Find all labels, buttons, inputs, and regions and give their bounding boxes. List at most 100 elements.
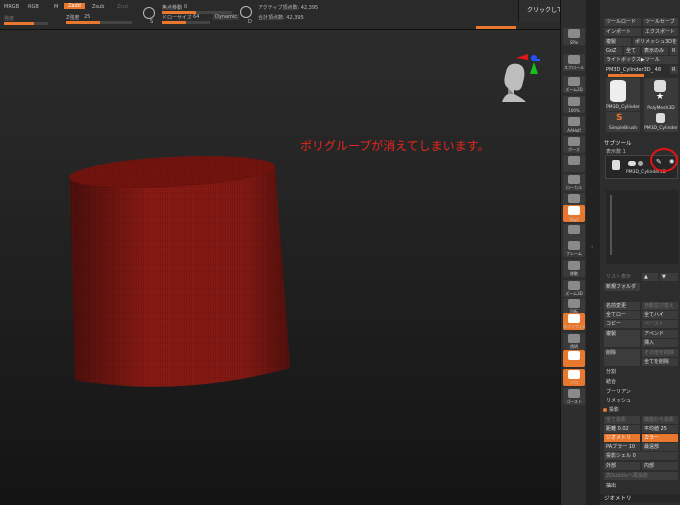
subtool-header[interactable]: サブツール bbox=[600, 139, 680, 147]
m-button[interactable]: M bbox=[54, 4, 58, 10]
insert-button[interactable]: 挿入 bbox=[642, 339, 678, 347]
pa-blur-slider[interactable]: PAブラー 10 bbox=[604, 443, 640, 451]
current-tool-slider[interactable]: PM3D_Cylinder3D_ 48 bbox=[604, 66, 668, 74]
shelf-button-100[interactable]: 100% bbox=[563, 96, 585, 113]
focal-shift-icon[interactable] bbox=[143, 7, 155, 19]
shelf-button-aahalf[interactable]: AAHalf bbox=[563, 116, 585, 133]
thumb-pm3d-cylinder-2[interactable]: PM3D_Cylinder bbox=[644, 112, 678, 132]
shelf-button-polyf[interactable] bbox=[563, 350, 585, 367]
paste-button[interactable]: ペースト bbox=[642, 320, 678, 328]
merge-section[interactable]: 結合 bbox=[604, 378, 678, 386]
thumb-polymesh3d[interactable]: ★ PolyMesh3D bbox=[644, 92, 678, 112]
hand-icon bbox=[568, 55, 580, 64]
shelf-button-persp[interactable]: ポーズ bbox=[563, 136, 585, 153]
shelf-button-frame[interactable]: フレーム bbox=[563, 240, 585, 257]
cylinder3d-thumb-icon bbox=[654, 80, 666, 92]
shelf-button-transp[interactable]: 透明 bbox=[563, 333, 585, 350]
subtool-scrollbar[interactable] bbox=[610, 195, 612, 255]
load-tool-button[interactable]: ツールロード bbox=[604, 18, 641, 26]
shelf-button-scroll[interactable]: スクロール bbox=[563, 54, 585, 71]
delete-button[interactable]: 削除 bbox=[604, 349, 640, 366]
zoom3d-icon bbox=[568, 281, 580, 290]
distance-slider[interactable]: 距離 0.02 bbox=[604, 425, 640, 433]
rgb-strength-label: 強度 bbox=[4, 16, 15, 22]
r-button[interactable]: R bbox=[670, 47, 678, 55]
projection-shell-slider[interactable]: 投影シェル 0 bbox=[604, 452, 678, 460]
chevron-left-icon[interactable]: ‹ bbox=[591, 244, 593, 251]
mean-slider[interactable]: 平均値 25 bbox=[642, 425, 678, 433]
zcut-button[interactable]: Zcut bbox=[117, 4, 128, 10]
append-button[interactable]: アペンド bbox=[642, 330, 678, 338]
geometry-header[interactable]: ジオメトリ bbox=[600, 494, 680, 502]
shelf-button-zoom2d[interactable]: ズーム2D bbox=[563, 76, 585, 93]
all-low-button[interactable]: 全てロー bbox=[604, 311, 640, 319]
rgb-button[interactable]: RGB bbox=[28, 4, 39, 10]
polypaint-icon[interactable] bbox=[638, 161, 643, 166]
shelf-button-solo[interactable]: ソロ bbox=[563, 369, 585, 386]
draw-size-value: 64 bbox=[193, 14, 200, 20]
project-all-button[interactable]: 全て投影 bbox=[604, 416, 640, 424]
remesh-section[interactable]: リメッシュ bbox=[604, 397, 678, 405]
arrow-down-icon[interactable]: ▼ bbox=[660, 273, 678, 281]
copy-button[interactable]: コピー bbox=[604, 320, 640, 328]
shelf-button-spix[interactable]: SPix bbox=[563, 28, 585, 45]
visibility-icon[interactable] bbox=[628, 161, 636, 166]
r2-button[interactable]: R bbox=[670, 66, 678, 74]
mrgb-button[interactable]: MRGB bbox=[4, 4, 19, 10]
visible-button[interactable]: 表示のみ bbox=[642, 47, 668, 55]
active-points: アクティブ頂点数: 42,395 bbox=[258, 5, 319, 11]
outer-button[interactable]: 外部 bbox=[604, 462, 640, 470]
polymesh3d-button[interactable]: ポリメッシュ3Dを bbox=[633, 38, 678, 46]
clone-button[interactable]: 複製 bbox=[604, 38, 631, 46]
auto-reorder-button[interactable]: 自動並び替え bbox=[642, 302, 678, 310]
export-button[interactable]: エクスポート bbox=[643, 28, 678, 36]
thumb-pm3d-cylinder[interactable]: PM3D_Cylinder bbox=[606, 78, 640, 111]
extract-section[interactable]: 抽出 bbox=[604, 482, 678, 490]
all-button[interactable]: 全て bbox=[624, 47, 640, 55]
new-folder-button[interactable]: 新規フォルダ bbox=[604, 283, 640, 291]
thumb-simplebrush[interactable]: S SimpleBrush bbox=[606, 112, 640, 132]
shelf-button-floor[interactable] bbox=[563, 155, 585, 172]
head-navigator-icon[interactable] bbox=[492, 54, 542, 110]
arrow-up-icon[interactable]: ▲ bbox=[642, 273, 658, 281]
xyz-icon bbox=[568, 206, 580, 215]
sym-icon bbox=[568, 194, 580, 203]
shelf-button-move[interactable]: 移動 bbox=[563, 260, 585, 277]
draw-size-icon[interactable] bbox=[240, 6, 252, 18]
z-intensity-slider[interactable] bbox=[66, 21, 132, 24]
z-intensity-label: Z強度 bbox=[66, 15, 80, 21]
reproject-button[interactable]: 高Subdivへ再投影 bbox=[604, 472, 678, 480]
zsub-button[interactable]: Zsub bbox=[92, 4, 104, 10]
split-section[interactable]: 分割 bbox=[604, 368, 678, 376]
duplicate-button[interactable]: 複製 bbox=[604, 330, 640, 347]
draw-size-slider[interactable] bbox=[162, 21, 210, 24]
delete-all-button[interactable]: 全てを削除 bbox=[642, 358, 678, 366]
rgb-strength-slider[interactable] bbox=[4, 22, 48, 25]
shelf-button-local[interactable]: ローカル bbox=[563, 174, 585, 191]
shelf-button-ghost[interactable]: ゴースト bbox=[563, 388, 585, 405]
list-all-button[interactable]: リスト表示 bbox=[604, 273, 638, 281]
lightbox-tool-button[interactable]: ライトボックス▶ツール bbox=[604, 56, 678, 64]
delete-others-button[interactable]: その他を削除 bbox=[642, 349, 678, 357]
all-high-button[interactable]: 全てハイ bbox=[642, 311, 678, 319]
dynamic-button[interactable]: Dynamic bbox=[213, 14, 240, 20]
zadd-button[interactable]: Zadd bbox=[64, 3, 85, 9]
shelf-button-rotate-axis[interactable] bbox=[563, 224, 585, 241]
geometry-toggle[interactable]: ジオメトリ bbox=[604, 434, 640, 442]
color-toggle[interactable]: カラー bbox=[642, 434, 678, 442]
shelf-button-zoom3d[interactable]: ズーム3D bbox=[563, 280, 585, 297]
inner-button[interactable]: 内部 bbox=[642, 462, 678, 470]
farthest-button[interactable]: 最遠部 bbox=[642, 443, 678, 451]
project-section[interactable]: 投影 bbox=[607, 406, 677, 414]
cylinder-small-icon bbox=[656, 113, 665, 123]
goz-button[interactable]: GoZ bbox=[604, 47, 622, 55]
star-icon: ★ bbox=[656, 92, 665, 102]
import-button[interactable]: インポート bbox=[604, 28, 641, 36]
shelf-button-linefill[interactable]: ラインフィル bbox=[563, 313, 585, 330]
rename-button[interactable]: 名前変更 bbox=[604, 302, 640, 310]
viewport-canvas[interactable]: ポリグループが消えてしまいます。 bbox=[0, 54, 560, 505]
shelf-button-sxyz[interactable]: Sxyz bbox=[563, 205, 585, 222]
save-tool-button[interactable]: ツールセーブ bbox=[643, 18, 678, 26]
boolean-section[interactable]: ブーリアン bbox=[604, 388, 678, 396]
project-from-polygroup-button[interactable]: 機能から投影 bbox=[642, 416, 678, 424]
